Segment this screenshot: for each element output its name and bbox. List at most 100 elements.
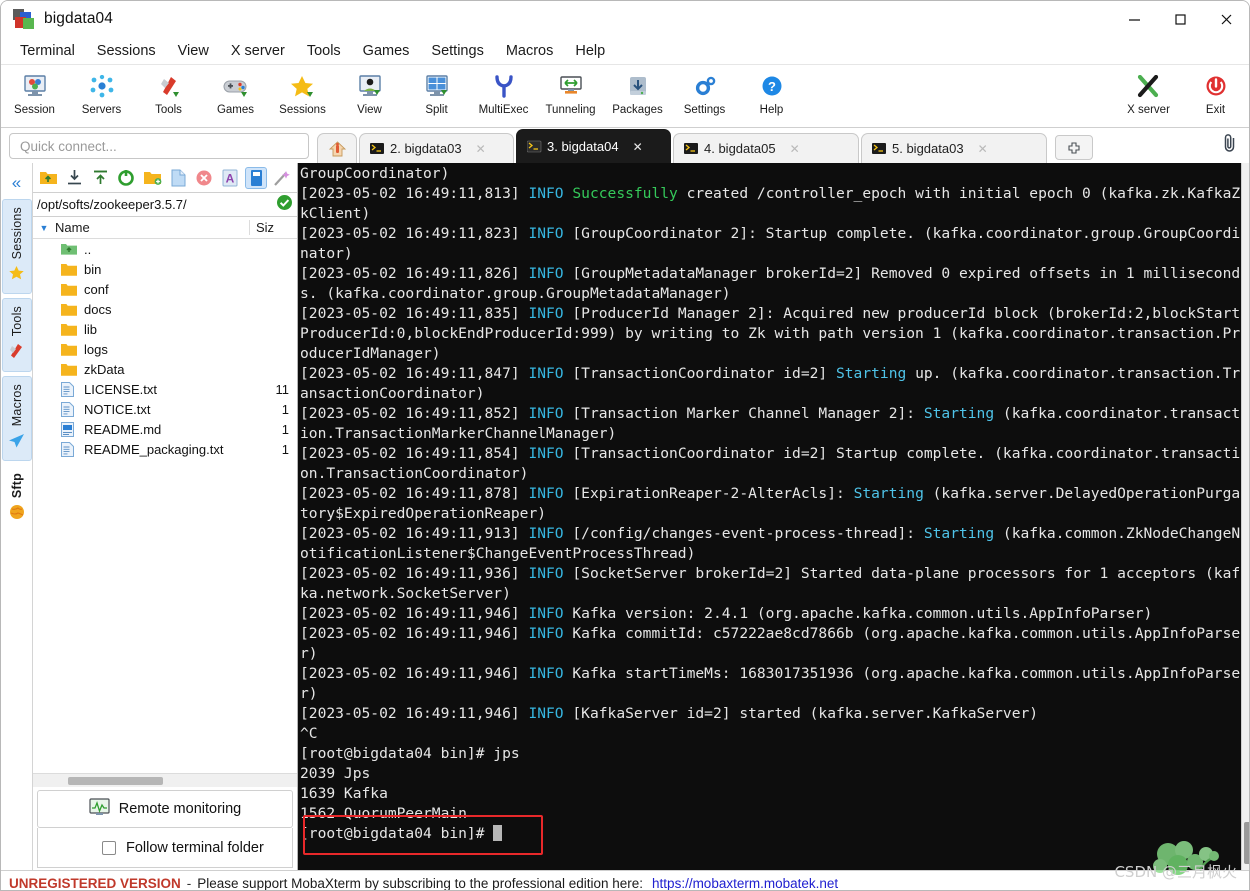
scrollbar-thumb[interactable] bbox=[1244, 822, 1249, 864]
file-row-parent[interactable]: .. bbox=[33, 239, 297, 259]
svg-text:?: ? bbox=[768, 79, 776, 94]
follow-terminal-folder-row[interactable]: Follow terminal folder bbox=[37, 828, 293, 868]
folder-icon bbox=[61, 323, 79, 336]
menu-view[interactable]: View bbox=[167, 40, 220, 62]
file-row[interactable]: logs bbox=[33, 339, 297, 359]
vtab-sessions[interactable]: Sessions bbox=[1, 199, 32, 295]
terminal-line: [2023-05-02 16:49:11,946] INFO Kafka ver… bbox=[300, 605, 1153, 622]
collapse-sidebar-button[interactable]: « bbox=[1, 167, 33, 199]
download-icon[interactable] bbox=[63, 167, 85, 189]
remote-monitoring-button[interactable]: Remote monitoring bbox=[37, 790, 293, 828]
attach-clip-button[interactable] bbox=[1221, 133, 1239, 158]
file-row[interactable]: README_packaging.txt 1 bbox=[33, 439, 297, 459]
sort-arrow-icon[interactable]: ▼ bbox=[33, 223, 55, 233]
tab-home[interactable] bbox=[317, 133, 357, 163]
new-folder-icon[interactable] bbox=[141, 167, 163, 189]
quick-connect-input[interactable]: Quick connect... bbox=[9, 133, 309, 159]
ribbon-servers-label: Servers bbox=[81, 104, 122, 116]
file-row[interactable]: README.md 1 bbox=[33, 419, 297, 439]
sftp-horizontal-scrollbar[interactable] bbox=[33, 773, 297, 787]
close-button[interactable] bbox=[1203, 1, 1249, 38]
app-logo-icon bbox=[13, 9, 34, 29]
terminal-scrollbar[interactable] bbox=[1241, 163, 1249, 870]
tab-close-icon[interactable]: ✕ bbox=[790, 142, 800, 156]
ribbon-help-label: Help bbox=[759, 104, 784, 116]
ribbon-games-button[interactable]: Games bbox=[202, 68, 269, 116]
minimize-button[interactable] bbox=[1111, 1, 1157, 38]
upload-icon[interactable] bbox=[89, 167, 111, 189]
vtab-tools[interactable]: Tools bbox=[1, 298, 32, 372]
menu-bar: Terminal Sessions View X server Tools Ga… bbox=[1, 38, 1249, 65]
ribbon-split-button[interactable]: Split bbox=[403, 68, 470, 116]
tab-close-icon[interactable]: ✕ bbox=[476, 142, 486, 156]
file-row[interactable]: zkData bbox=[33, 359, 297, 379]
go-up-icon[interactable] bbox=[37, 167, 59, 189]
ribbon-xserver-button[interactable]: X server bbox=[1115, 68, 1182, 116]
sftp-file-list[interactable]: .. bin conf docs lib logs zkData LICENSE… bbox=[33, 239, 297, 773]
new-file-icon[interactable] bbox=[167, 167, 189, 189]
menu-tools[interactable]: Tools bbox=[296, 40, 352, 62]
svg-text:A: A bbox=[226, 171, 235, 185]
ribbon-tunneling-button[interactable]: Tunneling bbox=[537, 68, 604, 116]
terminal-line: [2023-05-02 16:49:11,936] INFO [SocketSe… bbox=[300, 565, 1241, 602]
terminal-output[interactable]: GroupCoordinator) [2023-05-02 16:49:11,81… bbox=[298, 163, 1241, 870]
new-tab-button[interactable] bbox=[1055, 135, 1093, 160]
file-row[interactable]: LICENSE.txt 11 bbox=[33, 379, 297, 399]
tab-4-bigdata05[interactable]: 4. bigdata05 ✕ bbox=[673, 133, 859, 163]
ribbon-view-label: View bbox=[357, 104, 382, 116]
ribbon-session-button[interactable]: Session bbox=[1, 68, 68, 116]
column-name[interactable]: Name bbox=[55, 220, 249, 235]
mobaxterm-link[interactable]: https://mobaxterm.mobatek.net bbox=[652, 876, 838, 891]
refresh-icon[interactable] bbox=[115, 167, 137, 189]
menu-help[interactable]: Help bbox=[564, 40, 616, 62]
menu-macros[interactable]: Macros bbox=[495, 40, 565, 62]
file-row[interactable]: lib bbox=[33, 319, 297, 339]
menu-games[interactable]: Games bbox=[352, 40, 421, 62]
scrollbar-thumb[interactable] bbox=[68, 776, 163, 785]
ribbon-sessions-button[interactable]: Sessions bbox=[269, 68, 336, 116]
ribbon-tools-button[interactable]: Tools bbox=[135, 68, 202, 116]
tab-2-bigdata03[interactable]: 2. bigdata03 ✕ bbox=[359, 133, 514, 163]
binary-mode-icon[interactable] bbox=[245, 166, 267, 189]
plus-icon bbox=[1068, 141, 1080, 154]
ribbon-settings-button[interactable]: Settings bbox=[671, 68, 738, 116]
session-icon bbox=[22, 71, 48, 103]
tab-close-icon[interactable]: ✕ bbox=[978, 142, 988, 156]
ribbon-tunneling-label: Tunneling bbox=[545, 104, 596, 116]
menu-terminal[interactable]: Terminal bbox=[9, 40, 86, 62]
ribbon-multiexec-button[interactable]: MultiExec bbox=[470, 68, 537, 116]
ribbon-help-button[interactable]: ? Help bbox=[738, 68, 805, 116]
tab-5-bigdata03[interactable]: 5. bigdata03 ✕ bbox=[861, 133, 1047, 163]
tab-3-bigdata04[interactable]: 3. bigdata04 ✕ bbox=[516, 129, 671, 163]
file-row[interactable]: NOTICE.txt 1 bbox=[33, 399, 297, 419]
knife-icon bbox=[8, 343, 25, 365]
terminal-panel[interactable]: GroupCoordinator) [2023-05-02 16:49:11,81… bbox=[298, 163, 1249, 870]
ribbon-exit-button[interactable]: Exit bbox=[1182, 68, 1249, 116]
maximize-button[interactable] bbox=[1157, 1, 1203, 38]
folder-icon bbox=[61, 303, 79, 316]
column-size[interactable]: Siz bbox=[249, 220, 297, 235]
tab-close-icon[interactable]: ✕ bbox=[633, 140, 643, 154]
menu-settings[interactable]: Settings bbox=[420, 40, 494, 62]
menu-x-server[interactable]: X server bbox=[220, 40, 296, 62]
menu-sessions[interactable]: Sessions bbox=[86, 40, 167, 62]
remote-monitoring-label: Remote monitoring bbox=[118, 801, 242, 817]
file-row[interactable]: conf bbox=[33, 279, 297, 299]
text-mode-icon[interactable]: A bbox=[219, 167, 241, 189]
vtab-macros[interactable]: Macros bbox=[1, 375, 32, 461]
sftp-path-value: /opt/softs/zookeeper3.5.7/ bbox=[37, 197, 187, 212]
check-ok-icon bbox=[276, 194, 293, 216]
ribbon-settings-label: Settings bbox=[683, 104, 726, 116]
follow-terminal-folder-checkbox[interactable] bbox=[102, 840, 116, 855]
sftp-panel: A /opt/softs/zookeeper3.5.7/ ▼ Name Siz bbox=[33, 163, 298, 870]
ribbon-servers-button[interactable]: Servers bbox=[68, 68, 135, 116]
vtab-sftp[interactable]: Sftp bbox=[1, 464, 32, 532]
ribbon-packages-button[interactable]: Packages bbox=[604, 68, 671, 116]
file-row[interactable]: docs bbox=[33, 299, 297, 319]
file-row[interactable]: bin bbox=[33, 259, 297, 279]
magic-wand-icon[interactable] bbox=[271, 167, 293, 189]
tab-label: 5. bigdata03 bbox=[892, 141, 964, 156]
ribbon-view-button[interactable]: View bbox=[336, 68, 403, 116]
delete-icon[interactable] bbox=[193, 167, 215, 189]
sftp-path-bar[interactable]: /opt/softs/zookeeper3.5.7/ bbox=[33, 193, 297, 217]
